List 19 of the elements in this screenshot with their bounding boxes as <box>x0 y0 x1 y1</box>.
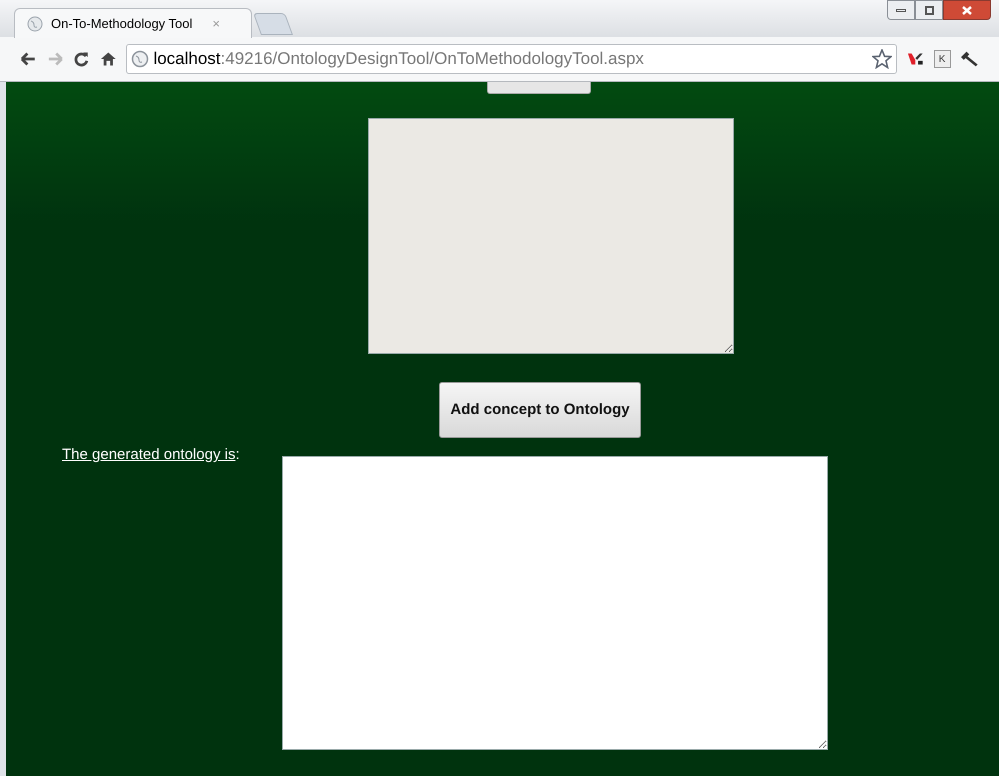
home-icon[interactable] <box>100 50 116 68</box>
restore-button[interactable] <box>915 0 943 20</box>
url-text: localhost:49216/OntologyDesignTool/OnToMethodologyTool.aspx <box>153 48 645 70</box>
output-label: The generated ontology is <box>62 446 236 463</box>
back-icon[interactable] <box>20 51 37 67</box>
reload-icon[interactable] <box>73 50 90 68</box>
globe-icon <box>131 50 150 68</box>
minimize-button[interactable] <box>887 0 915 20</box>
tab-title: On-To-Methodology Tool <box>51 14 192 33</box>
extension-button[interactable]: K <box>934 50 950 68</box>
shield-icon[interactable] <box>907 51 924 67</box>
address-bar[interactable]: localhost:49216/OntologyDesignTool/OnToMethodologyTool.aspx <box>126 44 898 74</box>
label-colon: : <box>235 446 240 463</box>
globe-icon <box>27 16 43 32</box>
close-icon <box>962 6 972 14</box>
add-concept-button[interactable]: Add concept to Ontology <box>439 382 641 438</box>
star-icon[interactable] <box>872 49 892 69</box>
browser-tab[interactable]: On-To-Methodology Tool × <box>14 8 252 38</box>
close-button[interactable] <box>943 0 991 20</box>
